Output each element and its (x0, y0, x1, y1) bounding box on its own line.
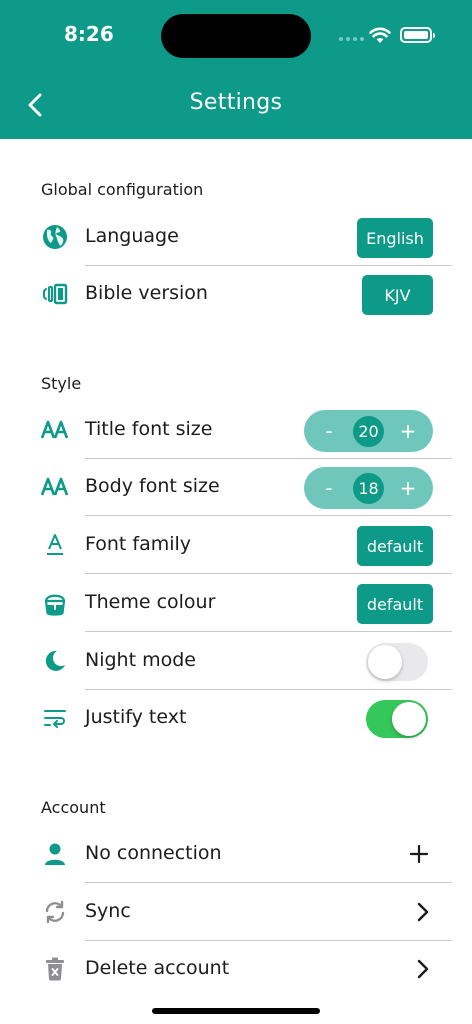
settings-row-title-font-size: Title font size - 20 + (0, 402, 472, 459)
night-mode-toggle[interactable] (366, 643, 428, 681)
user-icon (41, 840, 69, 868)
language-button[interactable]: English (357, 218, 433, 258)
language-label: Language (85, 225, 179, 247)
settings-row-justify-text: Justify text (0, 690, 472, 747)
paint-bucket-icon (41, 589, 69, 617)
trash-icon (41, 955, 69, 983)
delete-account-chevron-button[interactable] (408, 954, 438, 984)
font-size-icon (41, 473, 69, 501)
settings-row-delete-account[interactable]: Delete account (0, 941, 472, 998)
justify-text-label: Justify text (85, 706, 187, 728)
globe-icon (41, 223, 69, 251)
section-title-style: Style (41, 374, 82, 393)
settings-row-font-family[interactable]: Font family default (0, 517, 472, 574)
connection-label: No connection (85, 842, 222, 864)
title-font-size-decrease-button[interactable]: - (314, 410, 344, 452)
body-font-size-value: 18 (353, 473, 384, 504)
page-title: Settings (189, 90, 283, 115)
justify-text-toggle[interactable] (366, 700, 428, 738)
title-font-size-label: Title font size (85, 418, 213, 440)
signal-dots-icon (339, 37, 364, 41)
font-size-icon (41, 416, 69, 444)
section-title-global: Global configuration (41, 180, 204, 199)
body-font-size-label: Body font size (85, 475, 220, 497)
dynamic-island (161, 14, 311, 58)
section-title-account: Account (41, 798, 106, 817)
body-font-size-increase-button[interactable]: + (393, 467, 423, 509)
font-family-icon (41, 531, 69, 559)
settings-row-body-font-size: Body font size - 18 + (0, 459, 472, 516)
night-mode-label: Night mode (85, 649, 196, 671)
wrap-text-icon (41, 704, 69, 732)
bible-version-label: Bible version (85, 282, 208, 304)
settings-row-sync[interactable]: Sync (0, 884, 472, 941)
row-divider (85, 515, 452, 516)
add-connection-button[interactable] (404, 839, 434, 869)
title-font-size-increase-button[interactable]: + (393, 410, 423, 452)
status-time: 8:26 (64, 22, 114, 46)
row-divider (85, 573, 452, 574)
chevron-right-icon (417, 959, 429, 979)
moon-icon (41, 647, 69, 675)
wifi-icon (369, 27, 391, 43)
delete-account-label: Delete account (85, 957, 230, 979)
sync-label: Sync (85, 900, 131, 922)
settings-row-language[interactable]: Language English (0, 209, 472, 266)
theme-colour-label: Theme colour (85, 591, 216, 613)
font-family-button[interactable]: default (357, 526, 433, 566)
chevron-right-icon (417, 902, 429, 922)
body-font-size-stepper: - 18 + (304, 467, 433, 509)
settings-row-connection[interactable]: No connection (0, 826, 472, 883)
theme-colour-button[interactable]: default (357, 584, 433, 624)
app-header: 8:26 Settings (0, 0, 472, 139)
row-divider (85, 882, 452, 883)
sync-icon (41, 898, 69, 926)
battery-icon (400, 27, 435, 43)
body-font-size-decrease-button[interactable]: - (314, 467, 344, 509)
settings-row-night-mode: Night mode (0, 633, 472, 690)
settings-row-bible-version[interactable]: Bible version KJV (0, 266, 472, 323)
plus-icon (409, 844, 429, 864)
title-font-size-value: 20 (353, 416, 384, 447)
home-indicator (152, 1008, 320, 1014)
settings-row-theme-colour[interactable]: Theme colour default (0, 575, 472, 632)
sync-chevron-button[interactable] (408, 897, 438, 927)
font-family-label: Font family (85, 533, 192, 555)
book-versions-icon (41, 280, 69, 308)
row-divider (85, 631, 452, 632)
bible-version-button[interactable]: KJV (362, 275, 433, 315)
title-font-size-stepper: - 20 + (304, 410, 433, 452)
